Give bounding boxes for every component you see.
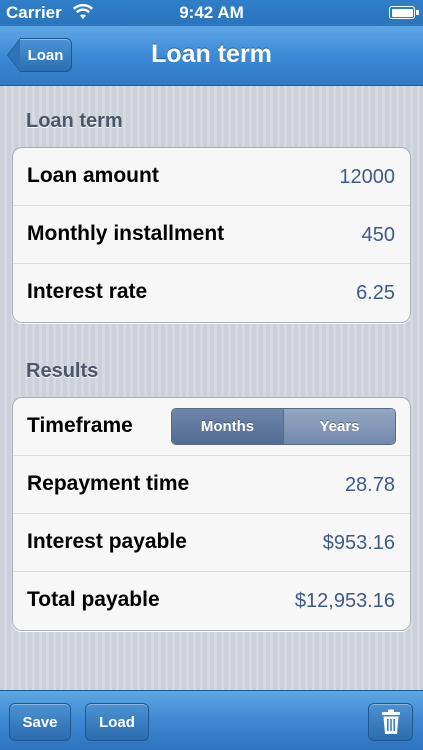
bottom-toolbar: Save Load <box>0 690 423 750</box>
timeframe-row: Timeframe Months Years <box>13 398 410 456</box>
section-header-loan-term: Loan term <box>26 110 123 132</box>
navigation-bar: Loan Loan term <box>0 26 423 86</box>
timeframe-segmented-control: Months Years <box>171 408 396 445</box>
interest-payable-value: $953.16 <box>322 532 395 554</box>
row-label: Interest payable <box>27 530 187 553</box>
interest-payable-row: Interest payable $953.16 <box>13 514 410 572</box>
row-label: Monthly installment <box>27 222 225 245</box>
segment-years[interactable]: Years <box>283 409 395 444</box>
status-bar: Carrier 9:42 AM <box>0 0 423 26</box>
loan-amount-value[interactable]: 12000 <box>339 166 395 189</box>
total-payable-value: $12,953.16 <box>294 590 395 612</box>
loan-term-group: Loan amount 12000 Monthly installment 45… <box>12 147 411 323</box>
repayment-time-value: 28.78 <box>344 474 395 496</box>
repayment-time-row: Repayment time 28.78 <box>13 456 410 514</box>
section-header-results: Results <box>26 360 99 382</box>
row-label: Interest rate <box>27 280 148 303</box>
interest-rate-value[interactable]: 6.25 <box>356 282 395 305</box>
row-label: Loan amount <box>27 164 159 187</box>
monthly-installment-value[interactable]: 450 <box>362 224 395 247</box>
timeframe-label: Timeframe <box>27 414 133 437</box>
monthly-installment-row[interactable]: Monthly installment 450 <box>13 206 410 264</box>
row-label: Repayment time <box>27 472 190 495</box>
row-label: Total payable <box>27 588 160 611</box>
interest-rate-row[interactable]: Interest rate 6.25 <box>13 264 410 322</box>
load-button[interactable]: Load <box>85 703 149 741</box>
save-button[interactable]: Save <box>9 703 71 741</box>
results-group: Timeframe Months Years Repayment time 28… <box>12 397 411 631</box>
segment-months[interactable]: Months <box>172 409 283 444</box>
loan-amount-row[interactable]: Loan amount 12000 <box>13 148 410 206</box>
battery-icon <box>389 6 419 19</box>
trash-button[interactable] <box>368 703 413 741</box>
clock-time: 9:42 AM <box>179 3 244 22</box>
trash-icon <box>381 709 400 734</box>
total-payable-row: Total payable $12,953.16 <box>13 572 410 630</box>
page-title: Loan term <box>151 40 272 68</box>
